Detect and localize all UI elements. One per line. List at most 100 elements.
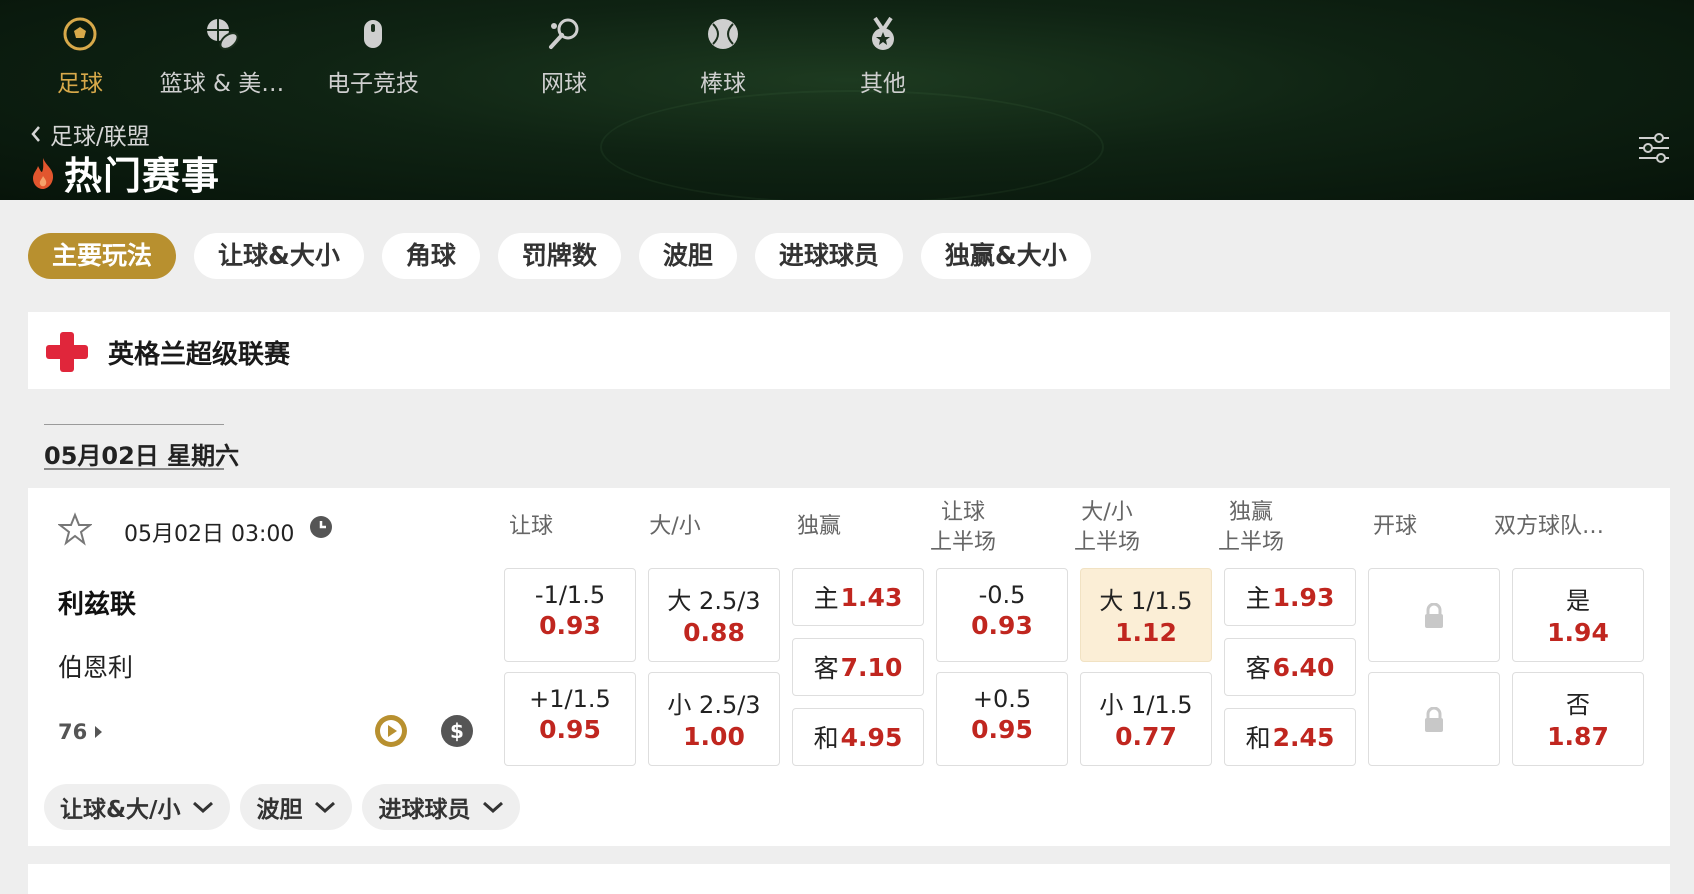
odds-line: 小 2.5/3 (667, 691, 761, 719)
league-name: 英格兰超级联赛 (108, 340, 291, 370)
col-head-line1: 独赢 (796, 514, 841, 539)
soccer-ball-icon (63, 17, 97, 51)
odds-line: 大 2.5/3 (667, 587, 761, 615)
sport-tab-esports[interactable]: 电子竞技 (293, 0, 453, 110)
col-head-line1: 独赢 (1228, 500, 1273, 525)
col-head-line2: 上半场 (1073, 530, 1140, 555)
odds-over[interactable]: 大 2.5/3 0.88 (648, 568, 780, 662)
odds-line: 否 (1566, 691, 1590, 719)
away-team: 伯恩利 (58, 653, 134, 682)
england-flag-icon (46, 332, 88, 372)
col-head-moneyline: 独赢 (754, 512, 884, 542)
sport-tab-label: 篮球 & 美… (159, 71, 285, 97)
favorite-star-icon[interactable] (58, 512, 92, 546)
date-divider (44, 424, 224, 425)
league-header[interactable]: 英格兰超级联赛 (28, 312, 1670, 389)
dropdown-label: 让球&大/小 (60, 797, 181, 823)
odds-price: 1.43 (840, 582, 903, 612)
odds-handicap-1h-away[interactable]: +0.5 0.95 (936, 672, 1068, 766)
odds-moneyline-away[interactable]: 客 7.10 (792, 638, 924, 696)
odds-line: 客 (813, 654, 839, 683)
dropdown-label: 进球球员 (378, 797, 471, 823)
odds-handicap-home[interactable]: -1/1.5 0.93 (504, 568, 636, 662)
odds-price: 1.93 (1272, 582, 1335, 612)
date-header-text: 05月02日 星期六 (44, 442, 240, 470)
more-markets-link[interactable]: 76 (58, 720, 103, 744)
medal-icon (872, 16, 894, 50)
odds-price: 6.40 (1272, 652, 1335, 682)
sport-tab-tennis[interactable]: 网球 (484, 0, 644, 110)
odds-handicap-away[interactable]: +1/1.5 0.95 (504, 672, 636, 766)
odds-price: 4.95 (840, 722, 903, 752)
col-head-handicap: 让球 (466, 512, 596, 542)
more-markets-count: 76 (58, 720, 88, 744)
filter-goalscorer[interactable]: 进球球员 (754, 233, 903, 279)
sport-tab-label: 其他 (860, 71, 906, 97)
sport-tab-label: 电子竞技 (327, 71, 419, 97)
col-head-over-under-1h: 大/小 上半场 (1042, 498, 1172, 558)
chevron-down-icon (315, 801, 336, 814)
odds-btts-no[interactable]: 否 1.87 (1512, 672, 1644, 766)
sport-tab-other[interactable]: 其他 (803, 0, 963, 110)
page-title-text: 热门赛事 (64, 154, 221, 198)
odds-moneyline-draw[interactable]: 和 4.95 (792, 708, 924, 766)
chevron-down-icon (483, 801, 504, 814)
next-league-card-partial (28, 864, 1670, 894)
home-team: 利兹联 (58, 590, 137, 620)
odds-btts-yes[interactable]: 是 1.94 (1512, 568, 1644, 662)
odds-line: 和 (1245, 724, 1271, 753)
live-stream-play-icon[interactable] (374, 714, 408, 748)
odds-line: +1/1.5 (529, 685, 611, 713)
odds-moneyline-home[interactable]: 主 1.43 (792, 568, 924, 626)
chevron-left-icon (31, 126, 40, 142)
lock-icon (1425, 603, 1443, 628)
col-head-line1: 双方球队… (1493, 514, 1604, 539)
dropdown-goalscorer[interactable]: 进球球员 (362, 784, 521, 830)
odds-line: 主 (1245, 584, 1271, 613)
odds-price: 0.93 (539, 611, 601, 640)
odds-price: 0.77 (1115, 722, 1177, 751)
col-head-moneyline-1h: 独赢 上半场 (1186, 498, 1316, 558)
filter-cards[interactable]: 罚牌数 (497, 233, 621, 279)
tennis-racket-icon (549, 18, 579, 49)
dropdown-correct-score[interactable]: 波胆 (240, 784, 353, 830)
odds-handicap-1h-home[interactable]: -0.5 0.93 (936, 568, 1068, 662)
sport-tab-basketball[interactable]: 篮球 & 美… (142, 0, 302, 110)
odds-line: 是 (1566, 587, 1590, 615)
odds-under-1h[interactable]: 小 1/1.5 0.77 (1080, 672, 1212, 766)
col-head-line2: 上半场 (1217, 530, 1284, 555)
sport-tab-soccer[interactable]: 足球 (0, 0, 160, 110)
page-title: 热门赛事 (30, 145, 220, 200)
odds-line: -0.5 (978, 581, 1026, 609)
filter-handicap-ou[interactable]: 让球&大小 (194, 233, 364, 279)
odds-price: 1.00 (683, 722, 745, 751)
filter-main-markets[interactable]: 主要玩法 (28, 233, 177, 279)
col-head-line1: 让球 (508, 514, 553, 539)
filter-moneyline-ou[interactable]: 独赢&大小 (920, 233, 1091, 279)
odds-line: 和 (813, 724, 839, 753)
col-head-line1: 让球 (940, 500, 985, 525)
odds-under[interactable]: 小 2.5/3 1.00 (648, 672, 780, 766)
odds-moneyline-1h-away[interactable]: 客 6.40 (1224, 638, 1356, 696)
sub-market-dropdowns: 让球&大/小 波胆 进球球员 (44, 784, 521, 830)
col-head-line1: 大/小 (649, 514, 701, 539)
fire-icon (33, 157, 54, 189)
col-head-both-teams: 双方球队… (1474, 512, 1624, 542)
sport-tab-baseball[interactable]: 棒球 (643, 0, 803, 110)
odds-moneyline-1h-draw[interactable]: 和 2.45 (1224, 708, 1356, 766)
filter-correct-score[interactable]: 波胆 (638, 233, 737, 279)
date-underline (44, 468, 224, 470)
filter-corners[interactable]: 角球 (381, 233, 480, 279)
odds-price: 0.95 (539, 715, 601, 744)
dropdown-handicap-ou[interactable]: 让球&大/小 (44, 784, 231, 830)
odds-price: 1.94 (1547, 618, 1609, 647)
cash-out-icon[interactable]: $ (440, 714, 474, 748)
odds-kickoff-locked-2 (1368, 672, 1500, 766)
filter-settings-icon[interactable] (1636, 130, 1672, 166)
sport-tab-label: 网球 (541, 71, 587, 97)
basketball-football-icon (207, 19, 239, 50)
odds-moneyline-1h-home[interactable]: 主 1.93 (1224, 568, 1356, 626)
sport-tab-label: 足球 (57, 71, 103, 97)
col-head-over-under: 大/小 (610, 512, 740, 542)
odds-over-1h[interactable]: 大 1/1.5 1.12 (1080, 568, 1212, 662)
